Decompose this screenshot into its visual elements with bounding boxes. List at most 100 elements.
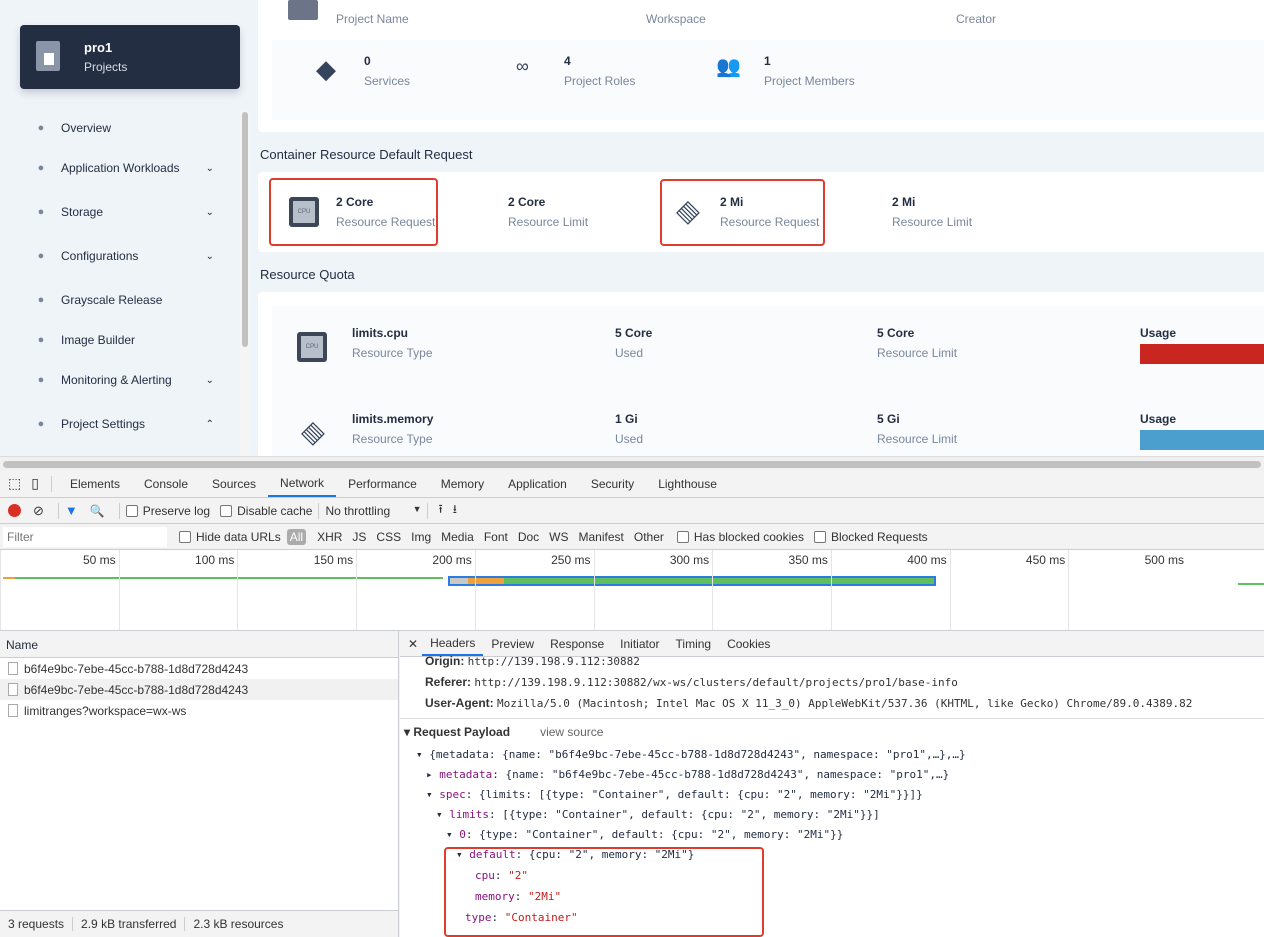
export-har-icon[interactable]: ⭳ bbox=[453, 500, 457, 521]
devtools-tab[interactable]: Console bbox=[132, 470, 200, 497]
sidebar-scrollbar[interactable] bbox=[240, 110, 250, 456]
filter-type-xhr[interactable]: XHR bbox=[314, 529, 345, 545]
members-count: 1 bbox=[764, 54, 771, 68]
payload-metadata[interactable]: ▸ metadata: {name: "b6f4e9bc-7ebe-45cc-b… bbox=[426, 768, 949, 781]
file-icon bbox=[8, 704, 18, 717]
filter-type-js[interactable]: JS bbox=[349, 529, 369, 545]
request-detail-pane: ✕ Headers Preview Response Initiator Timing C… bbox=[400, 631, 1264, 937]
sidebar-item[interactable]: ● Grayscale Release bbox=[34, 290, 214, 310]
inspect-element-icon[interactable]: ⬚ bbox=[8, 475, 21, 492]
filter-type-all[interactable]: All bbox=[286, 528, 307, 545]
sidebar-item-label: Application Workloads bbox=[61, 161, 180, 175]
payload-limits[interactable]: ▾ limits: [{type: "Container", default: … bbox=[436, 808, 880, 821]
quota-used: 1 Gi bbox=[615, 412, 638, 426]
payload-default[interactable]: ▾ default: {cpu: "2", memory: "2Mi"} bbox=[456, 848, 694, 861]
payload-root[interactable]: ▾ {metadata: {name: "b6f4e9bc-7ebe-45cc-… bbox=[416, 748, 966, 761]
network-toolbar: ⊘ ▼ 🔍 Preserve log Disable cache No thro… bbox=[0, 498, 1264, 524]
detail-tab[interactable]: Cookies bbox=[719, 631, 778, 656]
request-payload-header[interactable]: ▾ Request Payload view source bbox=[404, 725, 603, 739]
close-icon[interactable]: ✕ bbox=[408, 637, 418, 651]
devtools-tab[interactable]: Memory bbox=[429, 470, 496, 497]
roles-label: Project Roles bbox=[564, 74, 636, 88]
filter-type-doc[interactable]: Doc bbox=[515, 529, 542, 545]
file-icon bbox=[8, 662, 18, 675]
cpu-request-label: Resource Request bbox=[336, 215, 436, 229]
memory-limit-value: 2 Mi bbox=[892, 195, 916, 209]
project-icon bbox=[288, 0, 318, 20]
quota-limit: 5 Gi bbox=[877, 412, 900, 426]
monitor-icon: ● bbox=[37, 374, 45, 386]
has-blocked-cookies-checkbox[interactable]: Has blocked cookies bbox=[676, 530, 804, 544]
quota-limit-label: Resource Limit bbox=[877, 346, 958, 360]
page-horizontal-scrollbar[interactable] bbox=[0, 456, 1264, 470]
sidebar-item-label: Storage bbox=[61, 205, 104, 219]
cpu-request-value: 2 Core bbox=[336, 195, 374, 209]
devtools-tab[interactable]: Sources bbox=[200, 470, 268, 497]
quota-name: limits.memory bbox=[352, 412, 434, 426]
import-har-icon[interactable]: ⭱ bbox=[438, 500, 442, 521]
filter-type-font[interactable]: Font bbox=[481, 529, 511, 545]
sidebar-item[interactable]: ● Image Builder bbox=[34, 330, 214, 350]
devtools-tab[interactable]: Lighthouse bbox=[646, 470, 729, 497]
filter-type-manifest[interactable]: Manifest bbox=[576, 529, 627, 545]
filter-type-ws[interactable]: WS bbox=[546, 529, 571, 545]
sidebar-item[interactable]: ● Project Settings ⌃ bbox=[34, 414, 214, 434]
request-row[interactable]: b6f4e9bc-7ebe-45cc-b788-1d8d728d4243 bbox=[0, 679, 398, 700]
filter-bar: Hide data URLs All XHRJSCSSImgMediaFontDo… bbox=[0, 524, 1264, 550]
payload-spec[interactable]: ▾ spec: {limits: [{type: "Container", de… bbox=[426, 788, 923, 801]
sidebar-item[interactable]: ● Overview bbox=[34, 118, 214, 138]
filter-type-img[interactable]: Img bbox=[408, 529, 434, 545]
filter-type-other[interactable]: Other bbox=[631, 529, 667, 545]
kubesphere-page: pro1 Projects ● Overview ● Application Work… bbox=[0, 0, 1264, 456]
request-row[interactable]: limitranges?workspace=wx-ws bbox=[0, 700, 398, 721]
detail-tab[interactable]: Timing bbox=[668, 631, 720, 656]
clear-icon[interactable]: ⊘ bbox=[33, 503, 44, 519]
filter-type-media[interactable]: Media bbox=[438, 529, 477, 545]
transferred-size: 2.9 kB transferred bbox=[73, 917, 186, 931]
sidebar-item[interactable]: ● Monitoring & Alerting ⌄ bbox=[34, 370, 214, 390]
detail-tab[interactable]: Preview bbox=[483, 631, 542, 656]
blocked-requests-checkbox[interactable]: Blocked Requests bbox=[813, 530, 928, 544]
sidebar-item[interactable]: ● Storage ⌄ bbox=[34, 202, 214, 222]
filter-icon[interactable]: ▼ bbox=[65, 503, 78, 518]
view-source-link[interactable]: view source bbox=[540, 725, 603, 739]
request-list: Name b6f4e9bc-7ebe-45cc-b788-1d8d728d424… bbox=[0, 631, 399, 937]
default-request-card: CPU 2 Core Resource Request 2 Core Resou… bbox=[258, 172, 1264, 252]
devtools-tab[interactable]: Application bbox=[496, 470, 579, 497]
filter-type-css[interactable]: CSS bbox=[373, 529, 404, 545]
cpu-icon: CPU bbox=[297, 332, 327, 362]
sidebar-item[interactable]: ● Configurations ⌄ bbox=[34, 246, 214, 266]
name-column-header[interactable]: Name bbox=[0, 631, 398, 658]
request-row[interactable]: b6f4e9bc-7ebe-45cc-b788-1d8d728d4243 bbox=[0, 658, 398, 679]
database-icon: ● bbox=[37, 206, 45, 218]
filter-input[interactable] bbox=[3, 526, 167, 547]
project-card[interactable]: pro1 Projects bbox=[20, 25, 240, 89]
devtools-tab[interactable]: Network bbox=[268, 470, 337, 497]
disable-cache-checkbox[interactable]: Disable cache bbox=[220, 504, 312, 518]
quota-usage-label: Usage bbox=[1140, 326, 1177, 340]
layers-icon: ● bbox=[37, 162, 45, 174]
detail-tab[interactable]: Initiator bbox=[612, 631, 667, 656]
quota-limit-label: Resource Limit bbox=[877, 432, 958, 446]
devtools-tab[interactable]: Performance bbox=[336, 470, 429, 497]
services-count: 0 bbox=[364, 54, 371, 68]
search-icon[interactable]: 🔍 bbox=[90, 504, 105, 518]
detail-tab[interactable]: Response bbox=[542, 631, 612, 656]
services-icon: ◆ bbox=[316, 54, 336, 84]
record-button[interactable] bbox=[8, 504, 21, 517]
hide-data-urls-checkbox[interactable]: Hide data URLs bbox=[179, 530, 281, 544]
sidebar-item[interactable]: ● Application Workloads ⌄ bbox=[34, 158, 214, 178]
device-toolbar-icon[interactable]: ▯ bbox=[31, 475, 39, 492]
members-label: Project Members bbox=[764, 74, 855, 88]
chevron-icon: ⌄ bbox=[205, 162, 214, 174]
network-overview-timeline[interactable]: 50 ms 100 ms 150 ms 200 ms 250 ms 300 ms 350 m… bbox=[0, 550, 1264, 631]
payload-limit-0[interactable]: ▾ 0: {type: "Container", default: {cpu: … bbox=[446, 828, 843, 841]
payload-memory: memory: "2Mi" bbox=[475, 890, 562, 903]
request-count: 3 requests bbox=[0, 917, 74, 931]
gear-icon: ● bbox=[37, 418, 45, 430]
preserve-log-checkbox[interactable]: Preserve log bbox=[125, 504, 210, 518]
devtools-tab[interactable]: Security bbox=[579, 470, 646, 497]
throttling-select[interactable]: No throttling ▼ bbox=[325, 504, 421, 518]
devtools-tab[interactable]: Elements bbox=[58, 470, 132, 497]
detail-tab[interactable]: Headers bbox=[422, 631, 484, 656]
